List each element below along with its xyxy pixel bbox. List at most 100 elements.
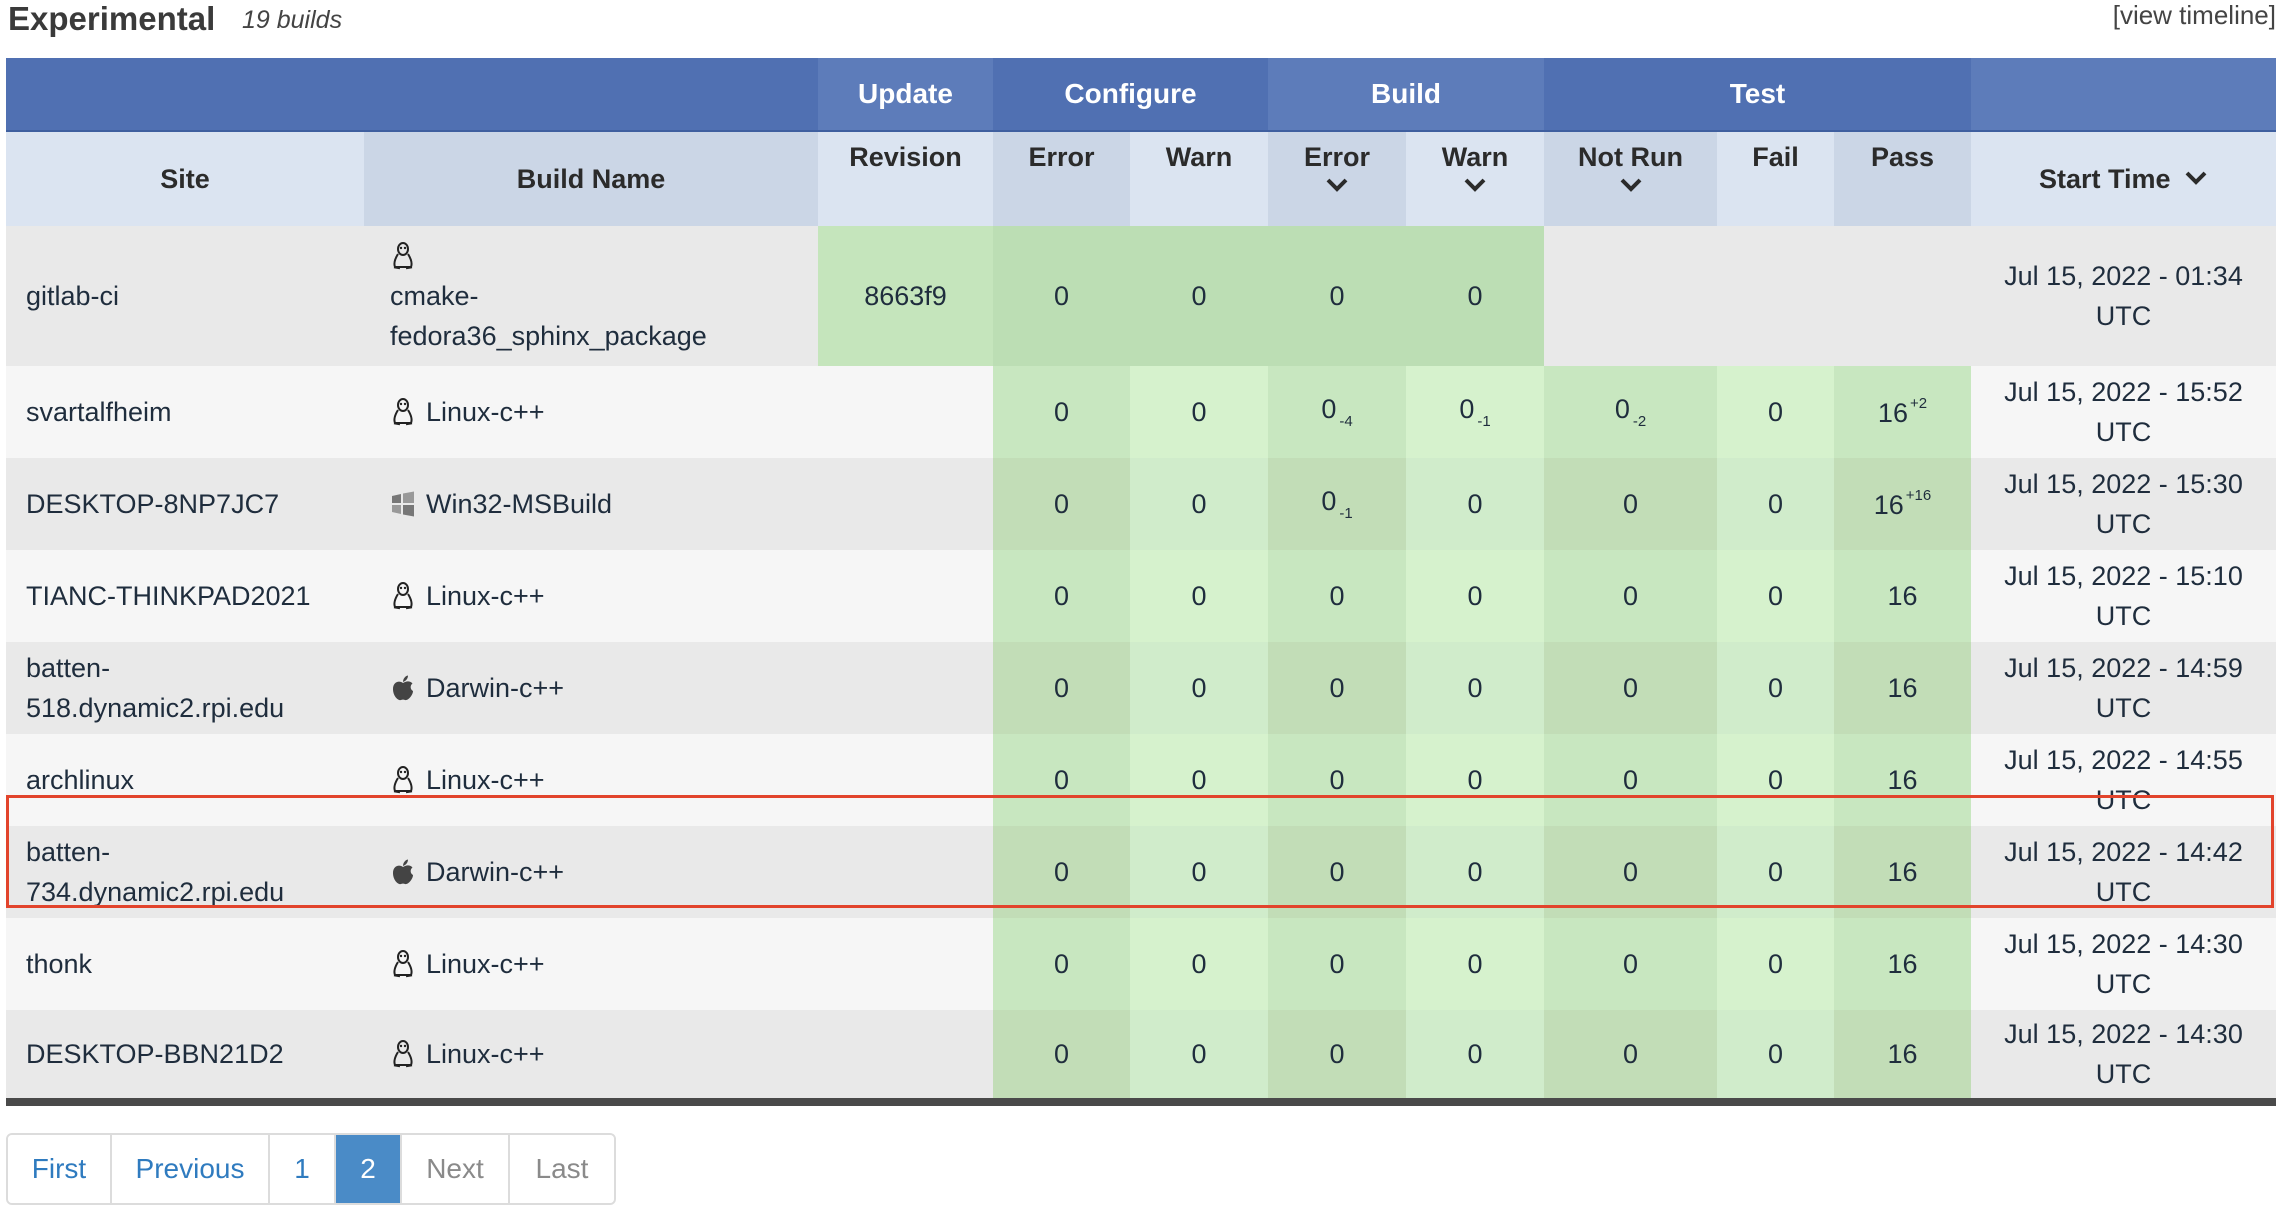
pass-cell[interactable]: 16 — [1834, 734, 1971, 826]
fail-cell[interactable]: 0 — [1717, 734, 1834, 826]
site-name[interactable]: DESKTOP-BBN21D2 — [26, 1039, 284, 1069]
revision-cell[interactable]: 8663f9 — [818, 226, 993, 366]
configure-error-cell[interactable]: 0 — [993, 1010, 1130, 1106]
last-page-button[interactable]: Last — [510, 1135, 614, 1203]
configure-error-cell[interactable]: 0 — [993, 734, 1130, 826]
not-run-cell[interactable]: 0 — [1544, 642, 1717, 734]
build-warn-cell[interactable]: 0 — [1406, 458, 1544, 550]
fail-cell[interactable]: 0 — [1717, 642, 1834, 734]
col-not-run[interactable]: Not Run — [1544, 131, 1717, 226]
build-warn-cell[interactable]: 0 — [1406, 550, 1544, 642]
previous-page-button[interactable]: Previous — [112, 1135, 270, 1203]
build-error-cell[interactable]: 0 — [1268, 734, 1406, 826]
build-warn-cell[interactable]: 0 — [1406, 226, 1544, 366]
site-name[interactable]: DESKTOP-8NP7JC7 — [26, 489, 279, 519]
fail-cell[interactable]: 0 — [1717, 550, 1834, 642]
not-run-cell[interactable]: 0 — [1544, 458, 1717, 550]
revision-cell[interactable] — [818, 1010, 993, 1106]
build-name[interactable]: Linux-c++ — [426, 949, 545, 979]
configure-error-cell[interactable]: 0 — [993, 458, 1130, 550]
revision-cell[interactable] — [818, 550, 993, 642]
fail-cell[interactable]: 0 — [1717, 826, 1834, 918]
site-name[interactable]: svartalfheim — [26, 397, 172, 427]
pass-cell[interactable]: 16 — [1834, 642, 1971, 734]
not-run-cell[interactable]: 0 — [1544, 918, 1717, 1010]
build-warn-cell[interactable]: 0 -1 — [1406, 366, 1544, 458]
build-error-cell[interactable]: 0 — [1268, 550, 1406, 642]
build-name[interactable]: Darwin-c++ — [426, 857, 564, 887]
page-1-button[interactable]: 1 — [270, 1135, 336, 1203]
build-error-cell[interactable]: 0 — [1268, 642, 1406, 734]
revision-cell[interactable] — [818, 366, 993, 458]
not-run-cell[interactable] — [1544, 226, 1717, 366]
col-build-error[interactable]: Error — [1268, 131, 1406, 226]
col-pass[interactable]: Pass — [1834, 131, 1971, 226]
build-warn-cell[interactable]: 0 — [1406, 642, 1544, 734]
configure-error-cell[interactable]: 0 — [993, 226, 1130, 366]
build-error-cell[interactable]: 0 — [1268, 1010, 1406, 1106]
build-error-cell[interactable]: 0 — [1268, 826, 1406, 918]
build-warn-cell[interactable]: 0 — [1406, 826, 1544, 918]
configure-error-cell[interactable]: 0 — [993, 918, 1130, 1010]
site-name[interactable]: batten- 734.dynamic2.rpi.edu — [26, 837, 284, 907]
build-error-cell[interactable]: 0 -1 — [1268, 458, 1406, 550]
pass-cell[interactable] — [1834, 226, 1971, 366]
fail-cell[interactable]: 0 — [1717, 366, 1834, 458]
site-name[interactable]: gitlab-ci — [26, 281, 119, 311]
build-name[interactable]: Linux-c++ — [426, 765, 545, 795]
not-run-cell[interactable]: 0 — [1544, 1010, 1717, 1106]
build-name[interactable]: Linux-c++ — [426, 1039, 545, 1069]
col-configure-error[interactable]: Error — [993, 131, 1130, 226]
revision-cell[interactable] — [818, 826, 993, 918]
build-error-cell[interactable]: 0 -4 — [1268, 366, 1406, 458]
build-name[interactable]: cmake-fedora36_sphinx_package — [390, 281, 707, 351]
col-build-warn[interactable]: Warn — [1406, 131, 1544, 226]
page-2-button[interactable]: 2 — [336, 1135, 402, 1203]
configure-warn-cell[interactable]: 0 — [1130, 1010, 1268, 1106]
configure-warn-cell[interactable]: 0 — [1130, 642, 1268, 734]
build-name[interactable]: Linux-c++ — [426, 581, 545, 611]
pass-cell[interactable]: 16 +16 — [1834, 458, 1971, 550]
revision-cell[interactable] — [818, 918, 993, 1010]
site-name[interactable]: thonk — [26, 949, 92, 979]
configure-warn-cell[interactable]: 0 — [1130, 918, 1268, 1010]
col-revision[interactable]: Revision — [818, 131, 993, 226]
configure-warn-cell[interactable]: 0 — [1130, 826, 1268, 918]
first-page-button[interactable]: First — [8, 1135, 112, 1203]
site-name[interactable]: batten- 518.dynamic2.rpi.edu — [26, 653, 284, 723]
configure-warn-cell[interactable]: 0 — [1130, 226, 1268, 366]
pass-cell[interactable]: 16 — [1834, 1010, 1971, 1106]
view-timeline-link[interactable]: [view timeline] — [2113, 0, 2276, 31]
build-warn-cell[interactable]: 0 — [1406, 1010, 1544, 1106]
fail-cell[interactable] — [1717, 226, 1834, 366]
revision-cell[interactable] — [818, 642, 993, 734]
build-name[interactable]: Linux-c++ — [426, 397, 545, 427]
pass-cell[interactable]: 16 — [1834, 918, 1971, 1010]
configure-warn-cell[interactable]: 0 — [1130, 734, 1268, 826]
build-error-cell[interactable]: 0 — [1268, 918, 1406, 1010]
configure-warn-cell[interactable]: 0 — [1130, 458, 1268, 550]
col-configure-warn[interactable]: Warn — [1130, 131, 1268, 226]
not-run-cell[interactable]: 0 — [1544, 734, 1717, 826]
col-build-name[interactable]: Build Name — [364, 131, 818, 226]
build-name[interactable]: Darwin-c++ — [426, 673, 564, 703]
col-site[interactable]: Site — [6, 131, 364, 226]
not-run-cell[interactable]: 0 — [1544, 550, 1717, 642]
next-page-button[interactable]: Next — [402, 1135, 510, 1203]
configure-error-cell[interactable]: 0 — [993, 550, 1130, 642]
fail-cell[interactable]: 0 — [1717, 458, 1834, 550]
build-error-cell[interactable]: 0 — [1268, 226, 1406, 366]
pass-cell[interactable]: 16 — [1834, 550, 1971, 642]
configure-error-cell[interactable]: 0 — [993, 826, 1130, 918]
pass-cell[interactable]: 16 — [1834, 826, 1971, 918]
pass-cell[interactable]: 16 +2 — [1834, 366, 1971, 458]
revision-cell[interactable] — [818, 458, 993, 550]
not-run-cell[interactable]: 0 -2 — [1544, 366, 1717, 458]
configure-warn-cell[interactable]: 0 — [1130, 366, 1268, 458]
configure-error-cell[interactable]: 0 — [993, 366, 1130, 458]
build-warn-cell[interactable]: 0 — [1406, 734, 1544, 826]
fail-cell[interactable]: 0 — [1717, 918, 1834, 1010]
build-warn-cell[interactable]: 0 — [1406, 918, 1544, 1010]
fail-cell[interactable]: 0 — [1717, 1010, 1834, 1106]
site-name[interactable]: TIANC-THINKPAD2021 — [26, 581, 311, 611]
